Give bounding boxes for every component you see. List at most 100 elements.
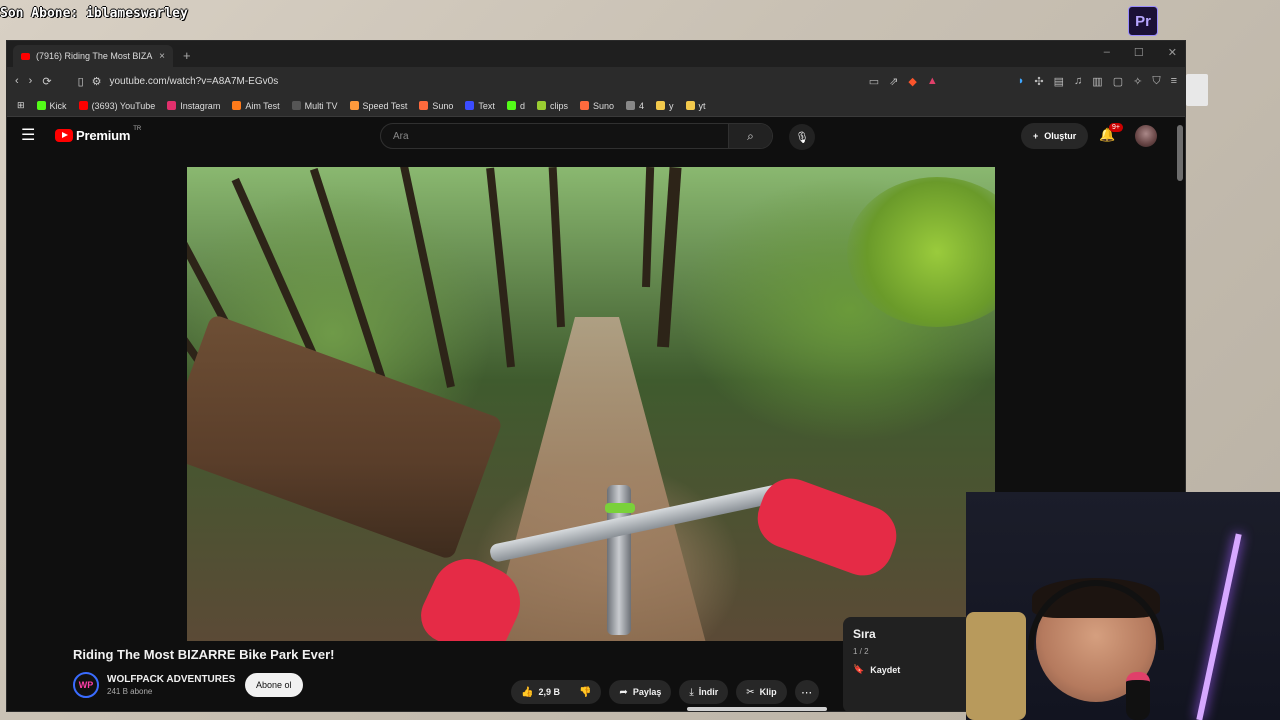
video-player[interactable] — [187, 167, 995, 641]
wooden-log — [187, 313, 504, 561]
bookmark-multi-tv[interactable]: Multi TV — [291, 101, 338, 111]
folder-icon — [685, 101, 695, 110]
create-button[interactable]: + Oluştur — [1021, 123, 1089, 149]
text-icon — [465, 101, 475, 110]
desktop-side-icon — [1186, 74, 1208, 106]
tab-active[interactable]: (7916) Riding The Most BIZARRE × — [13, 45, 173, 67]
clip-label: Klip — [759, 687, 777, 697]
thumbs-down-icon[interactable]: 👎 — [579, 687, 591, 698]
share-icon[interactable]: ⇗ — [889, 75, 898, 88]
download-label: İndir — [698, 687, 719, 697]
site-info-icon[interactable]: ⚙ — [92, 75, 102, 88]
reader-icon[interactable]: ▥ — [1092, 75, 1102, 88]
scissors-icon: ✂ — [746, 686, 755, 698]
minimize-button[interactable]: – — [1104, 46, 1110, 59]
tree-trunk — [399, 167, 455, 388]
youtube-logo[interactable]: Premium TR — [55, 126, 142, 143]
bookmark-folder-y[interactable]: y — [656, 101, 674, 111]
thumbs-up-icon: 👍 — [521, 686, 534, 698]
globe-icon — [626, 101, 635, 110]
bookmark-youtube[interactable]: (3693) YouTube — [78, 101, 155, 111]
voice-search-button[interactable]: 🎙 — [789, 124, 815, 150]
aim-test-icon — [232, 101, 242, 110]
kick-icon — [36, 101, 46, 110]
tree-trunk — [548, 167, 565, 328]
save-icon: 🔖 — [853, 664, 865, 674]
bookmark-speed-test[interactable]: Speed Test — [349, 101, 407, 111]
forward-icon[interactable]: › — [29, 75, 33, 87]
horizontal-scrollbar[interactable] — [687, 707, 827, 711]
more-icon: ⋯ — [801, 686, 813, 699]
bookmark-kick[interactable]: Kick — [36, 101, 67, 111]
like-button[interactable]: 👍 2,9 B 👎 — [511, 680, 602, 704]
channel-avatar[interactable]: WP — [73, 672, 99, 698]
share-button[interactable]: ➦ Paylaş — [609, 680, 672, 704]
clip-button[interactable]: ✂ Klip — [736, 680, 787, 704]
share-arrow-icon: ➦ — [619, 686, 628, 698]
back-icon[interactable]: ‹ — [15, 75, 19, 87]
subscriber-count: 241 B abone — [107, 687, 153, 696]
tree-trunk — [642, 167, 655, 288]
premiere-pro-icon[interactable]: Pr — [1128, 6, 1158, 36]
bookmark-icon[interactable]: ▯ — [78, 75, 84, 88]
action-bar: 👍 2,9 B 👎 ➦ Paylaş ⤓ İndir ✂ Klip ⋯ — [511, 680, 819, 704]
page-scrollbar[interactable] — [1177, 125, 1183, 181]
brave-rewards-icon[interactable]: ▲ — [927, 75, 938, 88]
close-window-button[interactable]: ✕ — [1168, 46, 1177, 59]
sidebar-icon[interactable]: ▤ — [1054, 75, 1064, 88]
search-placeholder: Ara — [393, 130, 409, 142]
window-controls: – ☐ ✕ — [1104, 46, 1177, 59]
hamburger-menu-icon[interactable]: ☰ — [21, 125, 45, 145]
screen-icon[interactable]: ▭ — [869, 75, 879, 88]
more-actions-button[interactable]: ⋯ — [794, 680, 819, 704]
create-label: Oluştur — [1044, 131, 1077, 141]
maximize-button[interactable]: ☐ — [1134, 46, 1144, 59]
subscribe-button[interactable]: Abone ol — [245, 673, 303, 697]
logo-region: TR — [133, 126, 142, 132]
bookmark-folder-yt[interactable]: yt — [685, 101, 706, 111]
share-label: Paylaş — [632, 687, 662, 697]
vpn-icon[interactable]: ⛉ — [1152, 75, 1160, 88]
avatar[interactable] — [1135, 125, 1157, 147]
dirt-trail — [487, 317, 707, 641]
neon-light — [1196, 533, 1242, 720]
bookmark-clips[interactable]: clips — [536, 101, 568, 111]
tab-close-icon[interactable]: × — [159, 51, 165, 62]
search-input[interactable]: Ara ⌕ — [380, 123, 773, 149]
brave-shield-icon[interactable]: ◆ — [908, 75, 916, 88]
reload-icon[interactable]: ⟳ — [42, 75, 51, 88]
leo-icon[interactable]: ✧ — [1133, 75, 1142, 88]
chair — [966, 612, 1026, 720]
menu-icon[interactable]: ≡ — [1171, 75, 1177, 88]
bookmark-text[interactable]: Text — [465, 101, 495, 111]
folder-icon — [656, 101, 666, 110]
youtube-play-icon — [55, 128, 73, 142]
wallet-icon[interactable]: ◗ — [1018, 75, 1025, 88]
bookmark-aim-test[interactable]: Aim Test — [232, 101, 280, 111]
music-icon[interactable]: ♫ — [1074, 75, 1082, 88]
suno-icon — [579, 101, 589, 110]
moss-rock — [847, 177, 995, 327]
bookmark-instagram[interactable]: Instagram — [167, 101, 220, 111]
search-button[interactable]: ⌕ — [728, 124, 772, 148]
plus-icon: + — [1033, 131, 1039, 141]
tree-trunk — [657, 167, 682, 348]
download-button[interactable]: ⤓ İndir — [679, 680, 729, 704]
search-icon: ⌕ — [747, 128, 754, 143]
bookmark-4[interactable]: 4 — [626, 101, 644, 111]
bookmark-suno-2[interactable]: Suno — [579, 101, 614, 111]
clips-icon — [536, 101, 546, 110]
bookmarks-bar: ⊞ Kick (3693) YouTube Instagram Aim Test… — [7, 95, 1185, 117]
notification-badge: 9+ — [1109, 123, 1123, 132]
url-text[interactable]: youtube.com/watch?v=A8A7M-EGv0s — [110, 76, 279, 87]
bookmark-suno[interactable]: Suno — [419, 101, 453, 111]
wallet2-icon[interactable]: ▢ — [1113, 75, 1123, 88]
youtube-favicon-icon — [21, 52, 30, 60]
new-tab-button[interactable]: + — [183, 48, 191, 63]
puzzle-icon[interactable]: ✣ — [1034, 75, 1043, 88]
channel-text: WOLFPACK ADVENTURES 241 B abone — [107, 674, 245, 696]
url-field[interactable]: ▯ ⚙ youtube.com/watch?v=A8A7M-EGv0s — [70, 70, 790, 92]
apps-icon[interactable]: ⊞ — [17, 100, 25, 111]
channel-name[interactable]: WOLFPACK ADVENTURES — [107, 674, 245, 685]
bookmark-d[interactable]: d — [506, 101, 525, 111]
